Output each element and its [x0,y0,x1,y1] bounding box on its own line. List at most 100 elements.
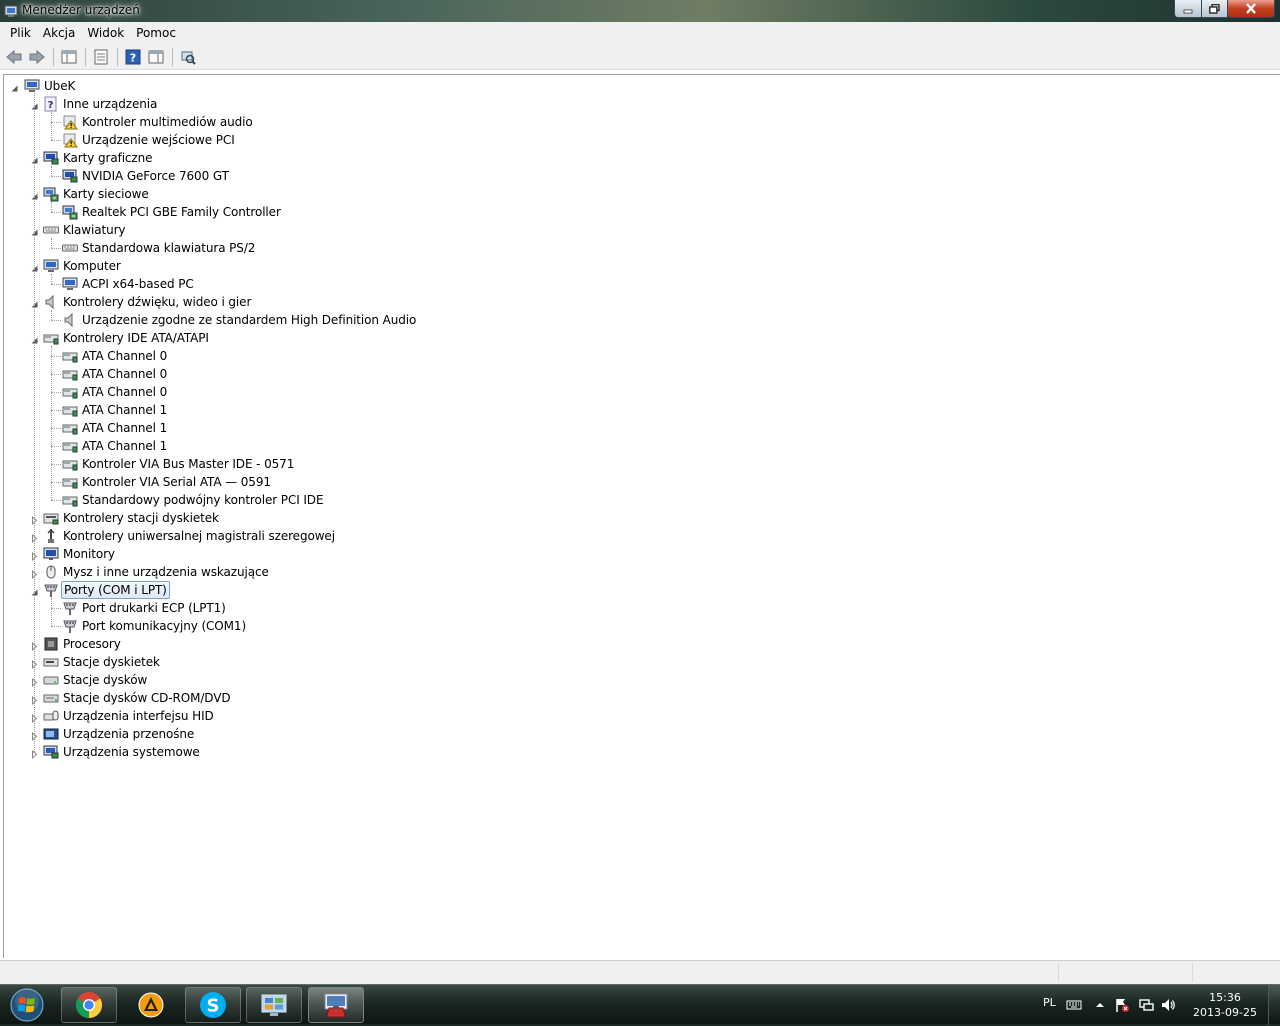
tree-device-label: ATA Channel 0 [82,385,168,399]
port-icon [44,584,58,597]
tree-device[interactable]: Urządzenie wejściowe PCI [62,131,237,149]
tree-device-label: ATA Channel 1 [82,403,168,417]
clock[interactable]: 15:36 2013-09-25 [1190,990,1260,1020]
tree-device[interactable]: ATA Channel 0 [62,365,169,383]
restore-button[interactable] [1201,0,1228,18]
taskbar-chrome[interactable] [61,987,117,1023]
action-center-flag-icon[interactable] [1114,997,1130,1013]
minimize-button[interactable] [1174,0,1202,18]
menu-widok[interactable]: Widok [81,23,130,43]
tree-category[interactable]: Klawiatury [43,221,127,239]
tree-device[interactable]: Kontroler VIA Serial ATA — 0591 [62,473,273,491]
keyboard-layout-icon[interactable] [1066,997,1082,1013]
tree-category-label: Stacje dyskietek [63,655,160,669]
tree-category-label: Karty graficzne [63,151,153,165]
scan-hardware-button[interactable] [177,46,199,68]
forward-button[interactable] [26,46,48,68]
tree-category[interactable]: Mysz i inne urządzenia wskazujące [43,563,271,581]
tree-category[interactable]: Urządzenia interfejsu HID [43,707,216,725]
speaker-icon [64,312,73,328]
tree-category[interactable]: Karty graficzne [43,149,154,167]
tree-category[interactable]: Stacje dysków CD-ROM/DVD [43,689,232,707]
taskbar: S PL 15:36 2013-09-25 [0,984,1280,1025]
tree-connector [51,310,52,320]
tree-connector [51,464,61,465]
taskbar-aimp[interactable] [123,987,179,1023]
tree-device[interactable]: ATA Channel 1 [62,419,169,437]
tree-device[interactable]: Standardowa klawiatura PS/2 [62,239,257,257]
tree-device[interactable]: Port drukarki ECP (LPT1) [62,599,228,617]
tree-device[interactable]: Kontroler VIA Bus Master IDE - 0571 [62,455,296,473]
toolbar-separator [117,47,118,66]
volume-icon[interactable] [1160,997,1176,1013]
menu-plik[interactable]: Plik [4,23,37,43]
taskbar-skype[interactable]: S [185,987,241,1023]
taskbar-control-panel[interactable] [246,987,302,1023]
back-button[interactable] [3,46,25,68]
tree-device-label: Standardowa klawiatura PS/2 [82,241,256,255]
tree-category[interactable]: Kontrolery dźwięku, wideo i gier [43,293,253,311]
properties-button[interactable] [90,46,112,68]
menu-pomoc[interactable]: Pomoc [130,23,182,43]
show-desktop-button[interactable] [1268,985,1280,1025]
ide-controller-icon [62,424,78,435]
tree-connector [51,166,52,176]
tree-device[interactable]: Standardowy podwójny kontroler PCI IDE [62,491,325,509]
tree-device[interactable]: Port komunikacyjny (COM1) [62,617,248,635]
tree-device[interactable]: ATA Channel 0 [62,383,169,401]
tree-device[interactable]: ATA Channel 0 [62,347,169,365]
show-hide-console-tree-button[interactable] [58,46,80,68]
tree-device[interactable]: ACPI x64-based PC [62,275,196,293]
tree-category[interactable]: Kontrolery uniwersalnej magistrali szere… [43,527,337,545]
start-button[interactable] [4,987,50,1023]
tree-category[interactable]: ? Inne urządzenia [43,95,159,113]
tree-category[interactable]: Stacje dysków [43,671,149,689]
floppy-drive-icon [43,658,59,667]
tree-device[interactable]: Urządzenie zgodne ze standardem High Def… [62,311,418,329]
tree-category[interactable]: Kontrolery IDE ATA/ATAPI [43,329,211,347]
tree-category-label: Kontrolery dźwięku, wideo i gier [63,295,252,309]
tree-category[interactable]: Komputer [43,257,123,275]
show-action-pane-button[interactable] [145,46,167,68]
tree-connector [51,410,61,411]
portable-device-icon [43,728,59,740]
tree-category[interactable]: Kontrolery stacji dyskietek [43,509,221,527]
tree-category[interactable]: Karty sieciowe [43,185,151,203]
floppy-controller-icon [43,513,59,525]
tree-category-label: Urządzenia interfejsu HID [63,709,214,723]
tree-device-label: Kontroler VIA Bus Master IDE - 0571 [82,457,295,471]
help-button[interactable]: ? [122,46,144,68]
tree-category[interactable]: Porty (COM i LPT) [43,581,170,599]
menu-akcja[interactable]: Akcja [37,23,81,43]
device-tree[interactable]: UbeK? Inne urządzenia Kontroler multimedió… [3,74,1280,958]
tree-expander[interactable] [10,82,19,92]
close-button[interactable] [1227,0,1275,18]
tree-device[interactable]: ATA Channel 1 [62,401,169,419]
tree-root[interactable]: UbeK [24,77,77,95]
taskbar-device-manager[interactable] [308,987,364,1023]
tree-connector [51,392,61,393]
tree-device[interactable]: Realtek PCI GBE Family Controller [62,203,283,221]
tree-category[interactable]: Stacje dyskietek [43,653,162,671]
tree-device[interactable]: ATA Channel 1 [62,437,169,455]
language-indicator[interactable]: PL [1043,996,1056,1009]
network-icon[interactable] [1138,997,1154,1013]
tree-connector [51,626,61,627]
usb-icon [47,528,55,543]
tree-category[interactable]: Monitory [43,545,117,563]
processor-icon [44,637,58,651]
tree-connector [51,140,61,141]
tree-device[interactable]: Kontroler multimediów audio [62,113,255,131]
show-hidden-icons-icon[interactable] [1092,997,1108,1013]
toolbar-separator [85,47,86,66]
tree-category[interactable]: Procesory [43,635,123,653]
tree-category[interactable]: Urządzenia systemowe [43,743,202,761]
tree-category-label: Karty sieciowe [63,187,149,201]
tree-device-label: Urządzenie wejściowe PCI [82,133,235,147]
tree-device[interactable]: NVIDIA GeForce 7600 GT [62,167,231,185]
tree-device-label: ATA Channel 0 [82,367,168,381]
tree-category[interactable]: Urządzenia przenośne [43,725,196,743]
keyboard-icon [62,244,78,252]
ide-controller-icon [43,334,59,345]
title-bar[interactable]: Menedżer urządzeń [0,0,1280,22]
